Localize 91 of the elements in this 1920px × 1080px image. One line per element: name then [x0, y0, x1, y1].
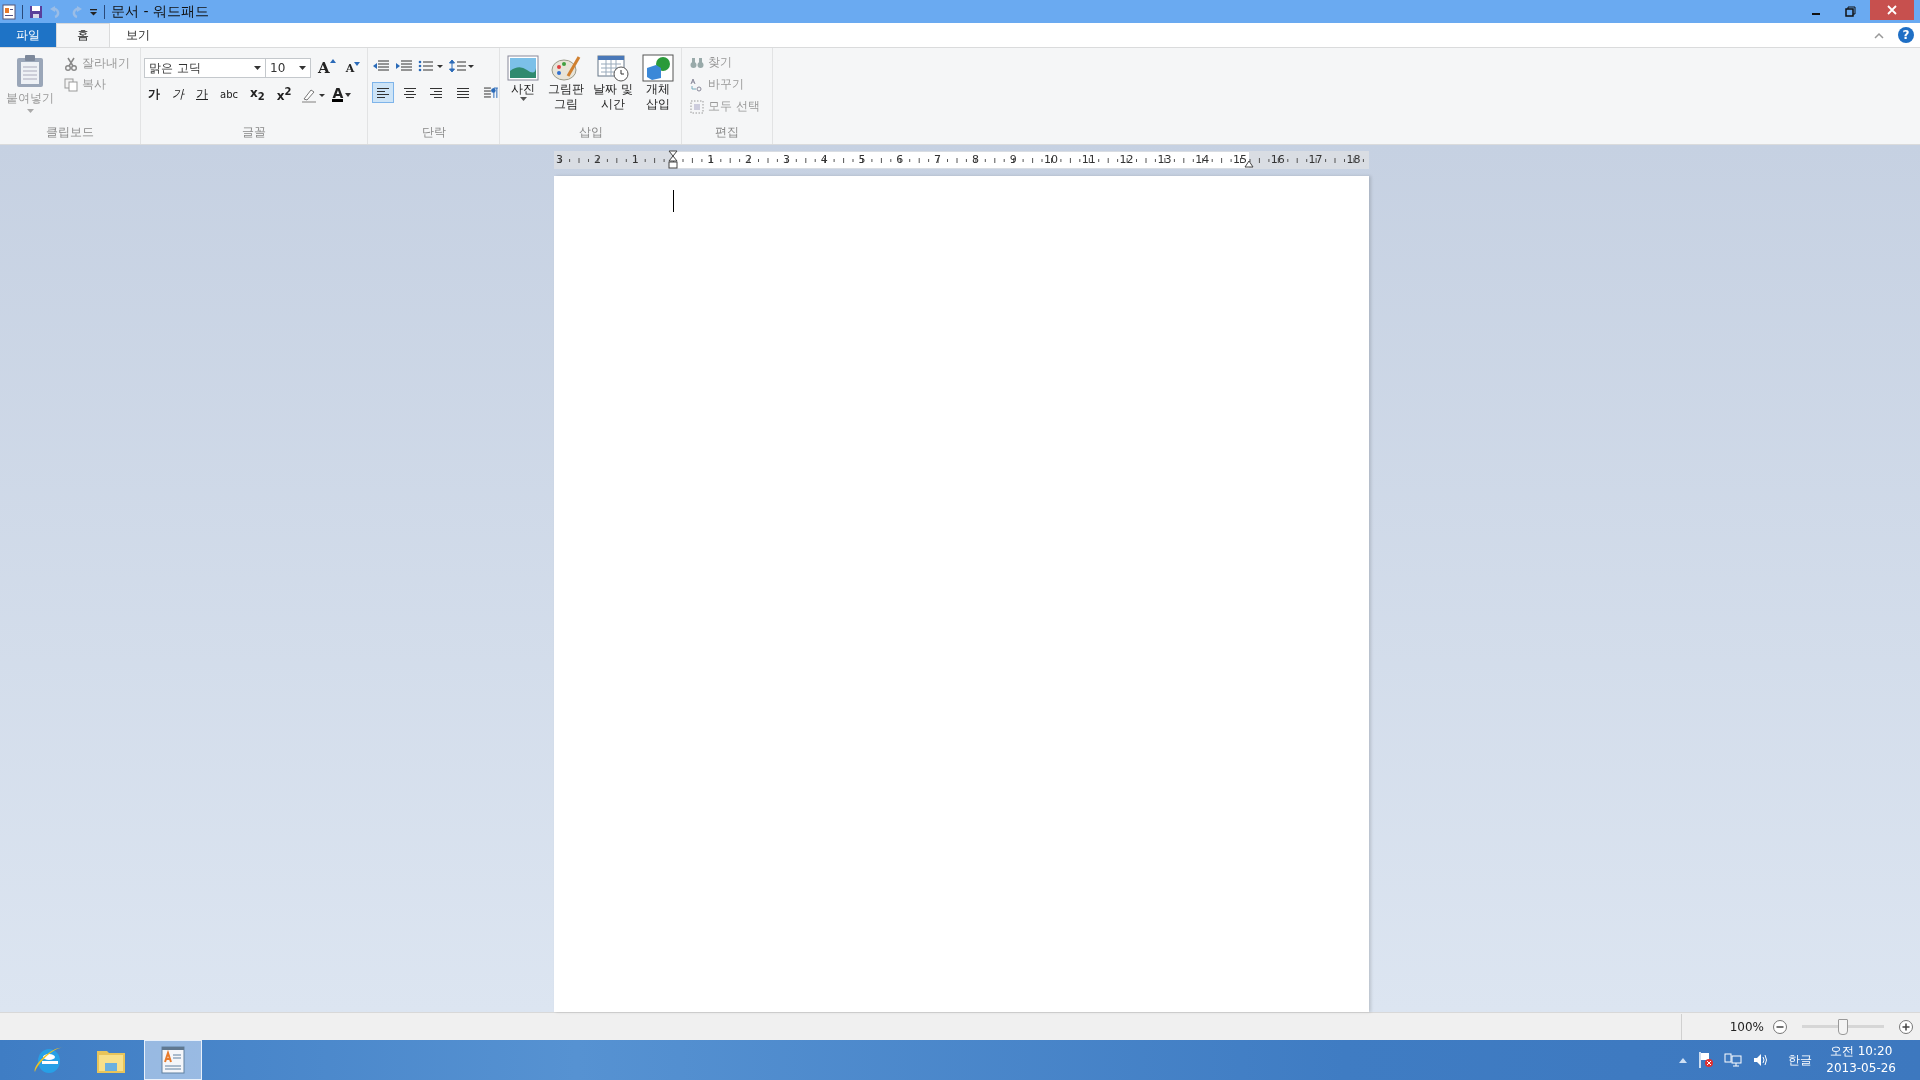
underline-button[interactable]: 가: [192, 86, 212, 103]
ruler-number: 1: [630, 153, 640, 166]
ruler-number: 2: [744, 153, 754, 166]
ruler-number: 5: [857, 153, 867, 166]
group-label: 클립보드: [45, 124, 95, 141]
dropdown-arrow-icon: [519, 97, 527, 101]
save-icon[interactable]: [29, 4, 43, 19]
shrink-font-button[interactable]: A: [342, 61, 364, 75]
clock[interactable]: 오전 10:20 2013-05-26: [1826, 1043, 1896, 1077]
ruler-number: 1: [706, 153, 716, 166]
font-name-dropdown[interactable]: 맑은 고딕: [144, 58, 266, 78]
dropdown-arrow-icon: [254, 66, 261, 70]
scissors-icon: [64, 56, 78, 71]
ribbon-tab[interactable]: 파일: [0, 23, 56, 47]
app-icon[interactable]: [2, 3, 16, 20]
group-label: 삽입: [577, 124, 604, 141]
strike-button[interactable]: abc: [216, 89, 242, 100]
sup-button[interactable]: x$^{2}$: [272, 86, 296, 103]
bold-button[interactable]: 가: [144, 86, 164, 103]
clipboard-icon: [15, 54, 45, 88]
show-hidden-icons-icon[interactable]: [1678, 1057, 1689, 1063]
indent-marker-icon[interactable]: [668, 150, 678, 170]
zoom-in-icon[interactable]: [1898, 1018, 1914, 1035]
grow-font-button[interactable]: A: [315, 59, 339, 77]
text-cursor: [673, 190, 674, 212]
sub-button[interactable]: x$_{2}$: [246, 86, 269, 103]
right-indent-marker-icon[interactable]: [1244, 160, 1254, 168]
network-icon[interactable]: [1724, 1052, 1743, 1068]
ruler-number: 8: [970, 153, 980, 166]
insert-object-button[interactable]: 개체 삽입: [638, 52, 677, 114]
group-label: 글꼴: [241, 124, 267, 141]
group-label: 편집: [714, 124, 740, 141]
align-center-icon: [402, 86, 417, 99]
customize-dropdown-icon[interactable]: [89, 7, 98, 16]
increase-indent-icon[interactable]: [395, 58, 413, 74]
ruler-number: 13: [1156, 153, 1173, 166]
align-right-icon: [429, 86, 444, 99]
ruler-number: 3: [781, 153, 791, 166]
insert-datetime-button[interactable]: 날짜 및 시간: [590, 52, 636, 114]
insert-photo-button[interactable]: 사진: [504, 52, 542, 103]
document-icon: [160, 1045, 186, 1075]
paragraph-icon[interactable]: [483, 85, 499, 100]
insert-paint-button[interactable]: 그림판 그림: [545, 52, 587, 114]
ruler-number: 14: [1194, 153, 1211, 166]
close-icon: [1887, 5, 1897, 15]
taskbar-wordpad-button[interactable]: [144, 1040, 202, 1080]
decrease-indent-icon[interactable]: [372, 58, 390, 74]
ruler-number: 12: [1118, 153, 1135, 166]
ruler-number: 18: [1345, 153, 1362, 166]
font-color-button[interactable]: A: [329, 87, 355, 102]
zoom-level: 100%: [1729, 1019, 1764, 1034]
down-triangle-icon: [354, 61, 361, 66]
bullet-list-icon[interactable]: [418, 58, 444, 74]
ruler-number: 3: [555, 153, 565, 166]
flag-error-icon[interactable]: [1698, 1051, 1715, 1069]
replace-icon: [690, 77, 704, 92]
window-title: 문서 - 워드패드: [111, 2, 209, 21]
ruler-number: 7: [933, 153, 943, 166]
calendar-clock-icon: [596, 54, 629, 82]
palette-icon: [550, 54, 582, 82]
ruler-number: 6: [895, 153, 905, 166]
collapse-ribbon-icon[interactable]: [1874, 31, 1884, 39]
up-triangle-icon: [329, 59, 336, 63]
font-size-dropdown[interactable]: 10: [265, 58, 311, 78]
align-justify-icon: [456, 86, 471, 99]
landscape-icon: [507, 54, 539, 82]
ruler-number: 10: [1043, 153, 1059, 166]
ruler-number: 4: [819, 153, 829, 166]
select-all-icon: [690, 99, 704, 114]
help-button[interactable]: ?: [1898, 27, 1914, 43]
group-label: 단락: [420, 124, 447, 141]
zoom-out-icon[interactable]: [1772, 1018, 1788, 1035]
line-spacing-icon[interactable]: [449, 58, 475, 74]
ribbon-tab[interactable]: 홈: [56, 23, 110, 47]
ruler-number: 15: [1232, 153, 1248, 166]
zoom-slider-thumb[interactable]: [1838, 1018, 1848, 1035]
ruler-number: 9: [1008, 153, 1018, 166]
ruler-number: 2: [592, 153, 602, 166]
ruler-number: 11: [1080, 153, 1097, 166]
input-language[interactable]: 한글: [1788, 1051, 1813, 1069]
italic-button[interactable]: 가: [168, 86, 188, 103]
dropdown-arrow-icon: [345, 92, 352, 97]
binoculars-icon: [690, 56, 704, 69]
close-button[interactable]: [1870, 0, 1914, 20]
copy-icon: [64, 77, 78, 92]
dropdown-arrow-icon: [299, 66, 306, 70]
ruler-number: 16: [1269, 153, 1286, 166]
align-left-button[interactable]: [372, 82, 394, 103]
dropdown-arrow-icon: [26, 109, 34, 113]
ruler-number: 17: [1307, 153, 1324, 166]
align-left-icon: [375, 86, 390, 99]
